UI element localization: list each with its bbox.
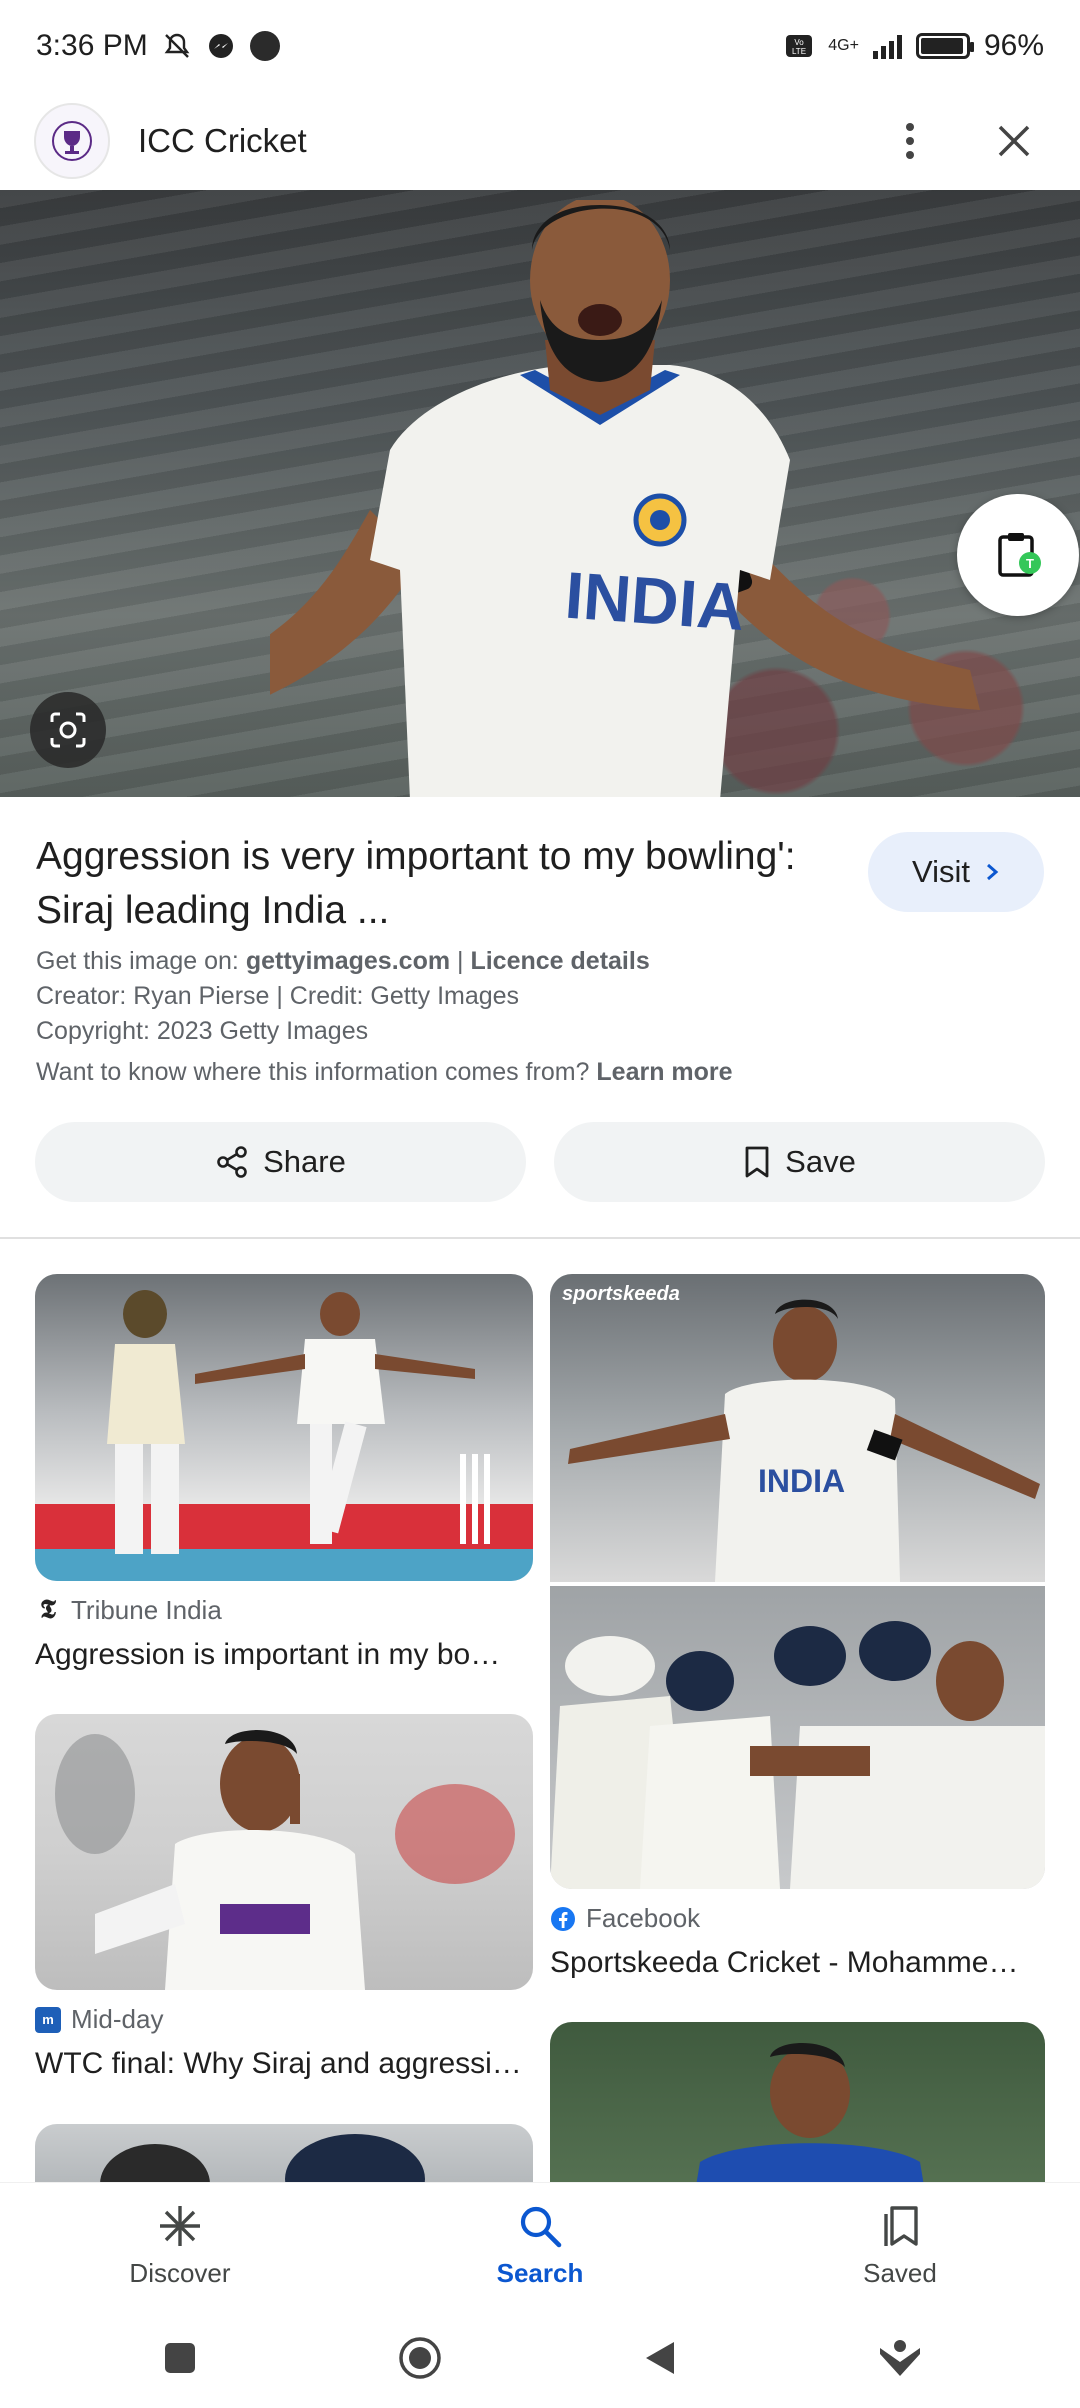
trophy-icon [52,121,92,161]
save-button[interactable]: Save [554,1122,1045,1202]
share-label: Share [263,1144,346,1179]
action-row: Share Save [35,1122,1045,1202]
battery-fill [920,38,964,54]
square-icon [165,2343,195,2373]
learn-more-link[interactable]: Learn more [596,1058,732,1086]
lens-icon [50,712,86,748]
player-photo: INDIA [270,200,980,797]
muted-bell-icon [164,33,190,58]
result-card[interactable]: 𝕿 Tribune India Aggression is important … [35,1274,533,1672]
licence-link[interactable]: Licence details [470,947,649,975]
copyright-line: Copyright: 2023 Getty Images [36,1017,369,1045]
source-prefix: Get this image on: [36,947,246,975]
facebook-icon [551,1906,575,1931]
clipboard-button[interactable]: T [957,494,1079,616]
notification-dot-icon [249,31,280,61]
result-card[interactable]: sportskeeda INDIA Facebook Sportskeeda C… [550,1274,1045,1980]
icc-world-cup-logo-icon[interactable] [34,103,110,179]
nav-saved-label: Saved [863,2258,937,2288]
site-name[interactable]: ICC Cricket [138,122,838,160]
visit-button[interactable]: Visit [868,832,1044,912]
nav-search[interactable]: Search [420,2202,660,2289]
midday-photo [55,1730,515,1990]
sportskeeda-watermark: sportskeeda [562,1283,680,1305]
battery-icon [915,33,974,59]
google-lens-button[interactable] [30,692,106,768]
signal-icon [872,33,902,59]
source-link[interactable]: gettyimages.com [246,947,450,975]
status-left: 3:36 PM [36,29,280,63]
mid-day-icon: m [35,2006,61,2033]
nav-discover-label: Discover [129,2258,231,2288]
close-icon[interactable] [982,109,1046,173]
result-thumbnail-top[interactable]: sportskeeda INDIA [550,1274,1045,1582]
result-source-name: Mid-day [71,2004,164,2034]
status-time: 3:36 PM [36,29,148,62]
info-question: Want to know where this information come… [36,1058,1044,1087]
volte-icon: VoLTE [786,35,813,57]
nav-search-label: Search [496,2258,584,2288]
nav-saved[interactable]: Saved [780,2202,1020,2289]
result-title[interactable]: Sportskeeda Cricket - Mohamme… [550,1946,1045,1980]
jersey-text: INDIA [758,1463,845,1499]
svg-text:T: T [1026,556,1034,571]
app-header: ICC Cricket [0,92,1080,190]
svg-text:Vo: Vo [795,38,805,47]
battery-percent: 96% [983,29,1044,62]
network-type: 4G+ [828,37,859,54]
image-title[interactable]: Aggression is very important to my bowli… [36,830,856,938]
home-button[interactable] [390,2328,450,2388]
back-button[interactable] [630,2328,690,2388]
result-source: Facebook [550,1903,1045,1934]
team-celebration-photo [550,1621,1045,1889]
nav-discover[interactable]: Discover [60,2202,300,2289]
tribune-india-icon: 𝕿 [40,1595,56,1624]
back-triangle-icon [646,2342,674,2374]
visit-label: Visit [911,854,970,889]
sportskeeda-photo: sportskeeda INDIA [562,1283,1040,1582]
clipboard-icon: T [998,533,1041,577]
creator-line: Creator: Ryan Pierse | Credit: Getty Ima… [36,982,520,1010]
discover-asterisk-icon [160,2206,200,2246]
svg-text:LTE: LTE [792,47,806,56]
system-nav-bar [0,2308,1080,2408]
tribune-photo [35,1290,533,1581]
assistant-icon [880,2340,920,2376]
chevron-right-icon [987,863,999,881]
assistant-button[interactable] [870,2328,930,2388]
result-source: 𝕿 Tribune India [35,1595,533,1626]
result-title[interactable]: Aggression is important in my bo… [35,1638,533,1672]
recents-button[interactable] [150,2328,210,2388]
status-bar: 3:36 PM Vo LTE 4G+ 96% [0,0,1080,92]
hero-image[interactable]: INDIA [0,190,1080,797]
result-source-name: Tribune India [71,1595,222,1625]
result-source-name: Facebook [586,1903,701,1933]
separator: | [450,947,471,975]
result-card[interactable]: m Mid-day WTC final: Why Siraj and aggre… [35,1714,533,2081]
result-source: m Mid-day [35,2004,533,2035]
share-button[interactable]: Share [35,1122,526,1202]
circle-home-icon [399,2337,441,2379]
more-vert-icon[interactable] [878,109,942,173]
save-label: Save [785,1144,856,1179]
bookmark-icon [745,1146,769,1178]
search-icon [520,2206,562,2248]
jersey-text: INDIA [563,558,747,644]
result-title[interactable]: WTC final: Why Siraj and aggressi… [35,2047,533,2081]
image-info: Aggression is very important to my bowli… [36,830,1044,1087]
image-source-line: Get this image on: gettyimages.com | Lic… [36,944,1044,979]
result-thumbnail[interactable] [35,1274,533,1581]
result-thumbnail[interactable] [35,1714,533,1990]
section-divider [0,1237,1080,1239]
result-thumbnail-bottom[interactable] [550,1586,1045,1889]
status-right: Vo LTE 4G+ 96% [784,29,1044,63]
bottom-nav: Discover Search Saved [0,2182,1080,2308]
saved-collections-icon [884,2206,918,2246]
info-question-text: Want to know where this information come… [36,1058,597,1086]
share-icon [217,1146,247,1178]
messenger-icon [208,34,233,58]
